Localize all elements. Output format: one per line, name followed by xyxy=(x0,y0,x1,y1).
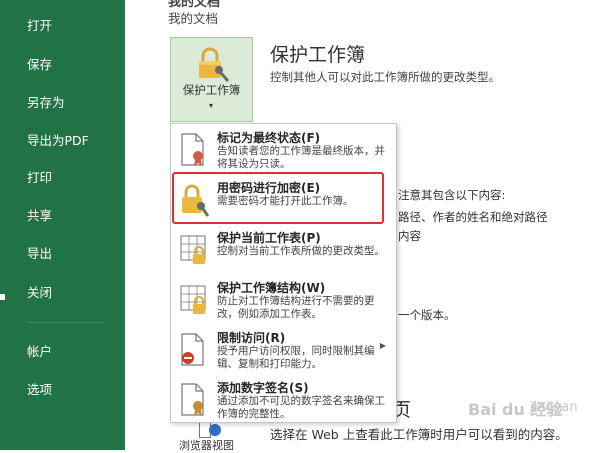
lock-key-icon xyxy=(179,182,210,217)
nav-item-share[interactable]: 共享 xyxy=(0,200,125,232)
nav-item-open[interactable]: 打开 xyxy=(0,10,125,42)
menu-item-description: 需要密码才能打开此工作簿。 xyxy=(217,195,354,207)
nav-item-print[interactable]: 打印 xyxy=(0,162,125,194)
menu-item-description: 告知读者您的工作簿是最终版本，并将其设为只读。 xyxy=(217,145,385,170)
menu-item-mark-final[interactable]: 标记为最终状态(F) 告知读者您的工作簿是最终版本，并将其设为只读。 xyxy=(171,126,396,174)
chevron-down-icon: ▾ xyxy=(208,101,213,110)
browser-view-button[interactable]: 浏览器视图 xyxy=(171,420,249,452)
inspect-text-line1: 注意其包含以下内容: xyxy=(398,188,506,202)
section-description: 控制其他人可以对此工作簿所做的更改类型。 xyxy=(270,70,500,84)
restrict-document-icon xyxy=(179,332,209,366)
workbook-lock-icon xyxy=(179,282,209,316)
menu-item-protect-sheet[interactable]: 保护当前工作表(P) 控制对当前工作表所做的更改类型。 xyxy=(171,226,396,274)
menu-item-title: 保护当前工作表(P) xyxy=(217,231,321,245)
section-title: 保护工作簿 xyxy=(270,44,366,66)
globe-icon xyxy=(209,424,221,436)
protect-workbook-button[interactable]: 保护工作簿 ▾ xyxy=(170,37,253,122)
lock-key-icon xyxy=(195,46,230,86)
menu-item-protect-structure[interactable]: 保护工作簿结构(W) 防止对工作簿结构进行不需要的更改，例如添加工作表。 xyxy=(171,276,396,324)
nav-item-save[interactable]: 保存 xyxy=(0,49,125,81)
nav-item-account[interactable]: 帐户 xyxy=(0,336,125,368)
menu-item-title: 添加数字签名(S) xyxy=(217,381,309,395)
nav-item-save-as[interactable]: 另存为 xyxy=(0,87,125,119)
protect-workbook-button-label: 保护工作簿 xyxy=(182,83,241,97)
watermark-subtext: jingyan xyxy=(530,400,578,415)
backstage-nav: 打开 保存 另存为 导出为PDF 打印 共享 导出 关闭 帐户 选项 xyxy=(0,0,125,450)
nav-item-close[interactable]: 关闭 xyxy=(0,277,125,309)
page-edge-marker xyxy=(0,294,5,300)
browser-view-label: 浏览器视图 xyxy=(179,439,234,452)
menu-item-description: 通过添加不可见的数字签名来确保工作簿的完整性。 xyxy=(217,395,385,420)
menu-item-restrict-access[interactable]: 限制访问(R) 授予用户访问权限，同时限制其编辑、复制和打印能力。 ▶ xyxy=(171,326,396,374)
nav-item-options[interactable]: 选项 xyxy=(0,374,125,406)
signature-document-icon xyxy=(179,382,209,416)
inspect-text-line2: 路径、作者的姓名和绝对路径 xyxy=(398,210,548,224)
menu-item-title: 保护工作簿结构(W) xyxy=(217,281,326,295)
menu-item-digital-signature[interactable]: 添加数字签名(S) 通过添加不可见的数字签名来确保工作簿的完整性。 xyxy=(171,376,396,424)
menu-item-title: 标记为最终状态(F) xyxy=(217,131,321,145)
menu-item-description: 防止对工作簿结构进行不需要的更改，例如添加工作表。 xyxy=(217,295,375,320)
menu-item-title: 限制访问(R) xyxy=(217,331,286,345)
menu-item-description: 授予用户访问权限，同时限制其编辑、复制和打印能力。 xyxy=(217,345,375,370)
menu-item-encrypt-password[interactable]: 用密码进行加密(E) 需要密码才能打开此工作簿。 xyxy=(171,176,396,224)
breadcrumb: 我的文档 xyxy=(168,11,219,26)
nav-divider xyxy=(27,322,105,323)
menu-item-title: 用密码进行加密(E) xyxy=(217,181,321,195)
inspect-text-line3: 内容 xyxy=(398,229,421,243)
protect-workbook-menu: 标记为最终状态(F) 告知读者您的工作簿是最终版本，并将其设为只读。 用密码进行… xyxy=(170,123,397,423)
ribbon-document-icon xyxy=(179,132,209,166)
browser-view-description: 选择在 Web 上查看此工作簿时用户可以看到的内容。 xyxy=(270,427,568,442)
sheet-lock-icon xyxy=(179,232,209,266)
menu-item-description: 控制对当前工作表所做的更改类型。 xyxy=(217,245,385,257)
versions-text: 一个版本。 xyxy=(398,308,456,322)
submenu-arrow-icon: ▶ xyxy=(379,341,386,350)
nav-item-export-pdf[interactable]: 导出为PDF xyxy=(0,125,125,157)
nav-item-export[interactable]: 导出 xyxy=(0,238,125,270)
